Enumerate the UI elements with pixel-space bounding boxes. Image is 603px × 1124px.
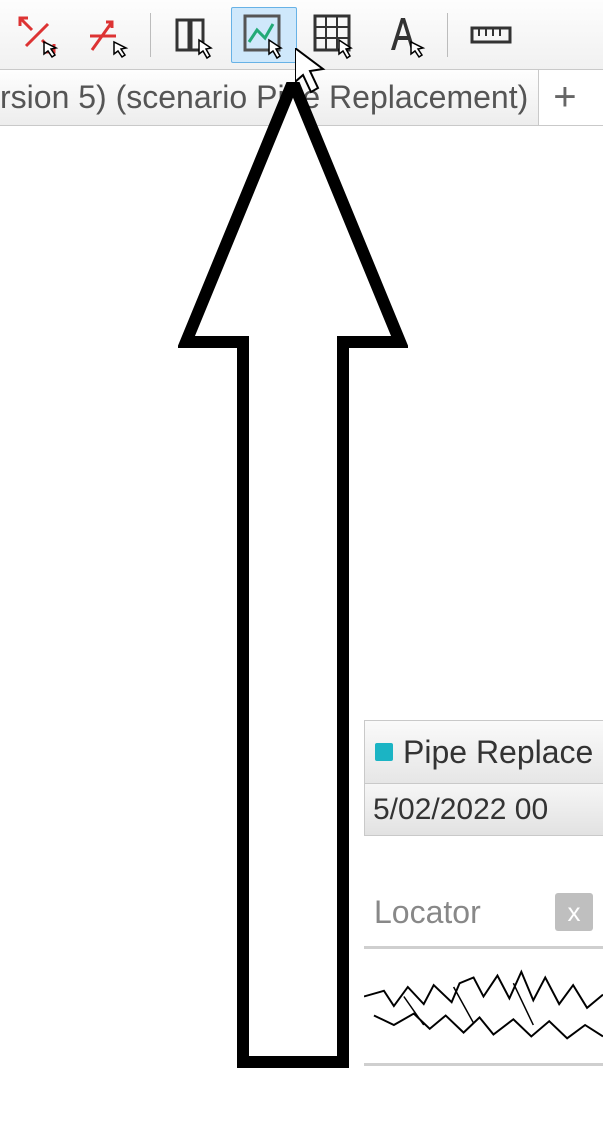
date-field[interactable]: 5/02/2022 00 [364, 784, 603, 836]
locator-label: Locator [374, 894, 481, 931]
locator-close-button[interactable]: x [555, 893, 593, 931]
separator [447, 13, 448, 57]
tab-plus-button[interactable]: + [539, 75, 590, 120]
close-icon: x [568, 897, 581, 928]
scenario-panel-header[interactable]: Pipe Replace [364, 720, 603, 784]
separator [150, 13, 151, 57]
arrow-tool[interactable] [74, 7, 140, 63]
select-table-tool[interactable] [161, 7, 227, 63]
date-field-value: 5/02/2022 00 [373, 793, 548, 827]
tab-plus-label: + [553, 75, 576, 119]
text-tool[interactable] [371, 7, 437, 63]
toolbar [0, 0, 603, 70]
tab-label: rsion 5) (scenario Pipe Replacement) [0, 79, 528, 116]
grid-view-tool[interactable] [301, 7, 367, 63]
ruler-tool[interactable] [458, 7, 524, 63]
tab-scenario[interactable]: rsion 5) (scenario Pipe Replacement) [0, 70, 539, 125]
scenario-panel-title: Pipe Replace [403, 734, 593, 771]
chart-view-tool[interactable] [231, 7, 297, 63]
scenario-icon [375, 743, 393, 761]
collapse-arrow-tool[interactable] [4, 7, 70, 63]
locator-map[interactable] [364, 946, 603, 1066]
tab-strip: rsion 5) (scenario Pipe Replacement) + [0, 70, 603, 126]
locator-panel-header: Locator x [364, 880, 603, 944]
